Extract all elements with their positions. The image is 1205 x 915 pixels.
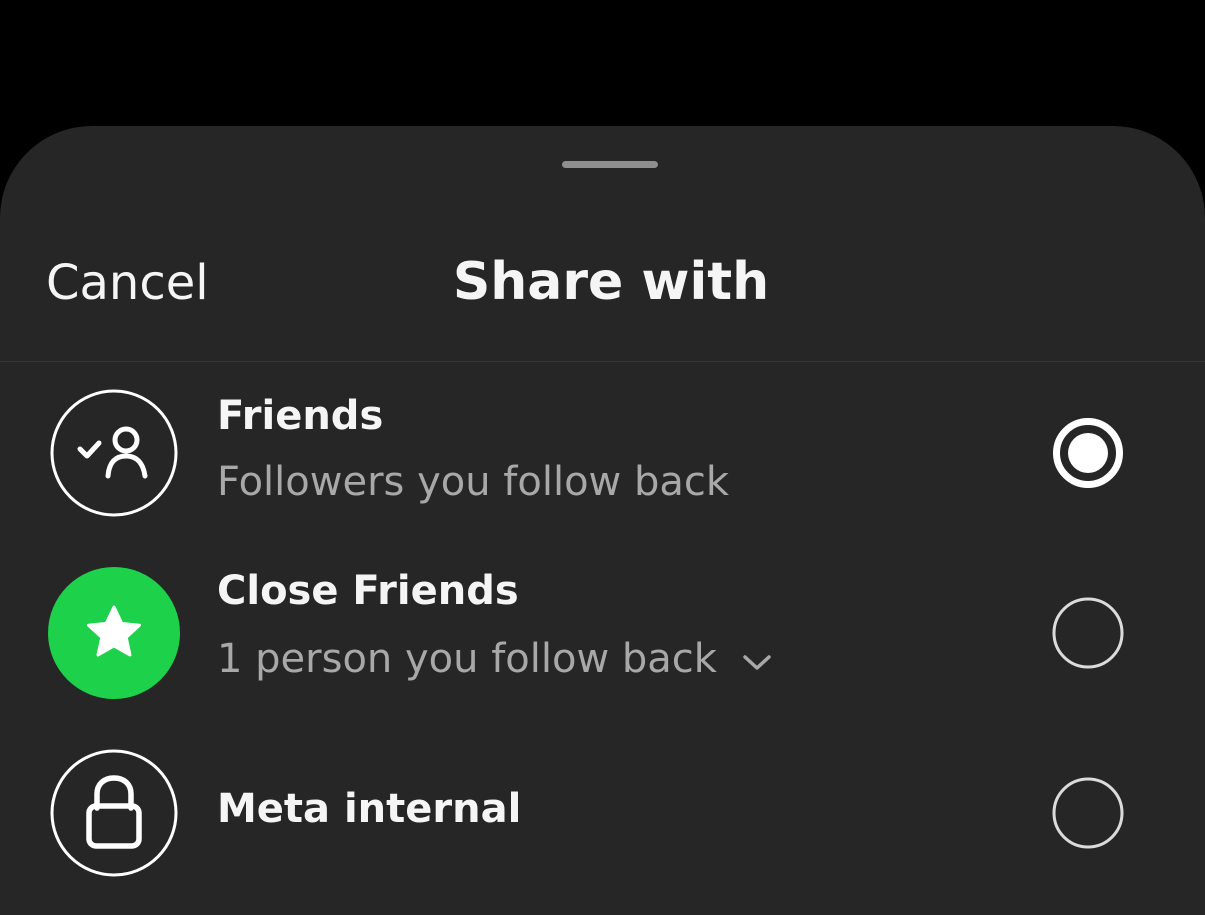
option-title: Friends [217,393,384,439]
option-friends[interactable]: Friends Followers you follow back [0,388,1205,518]
radio-meta-internal[interactable] [1052,777,1124,849]
option-meta-internal[interactable]: Meta internal [0,748,1205,878]
option-subtitle-row[interactable]: 1 person you follow back [217,631,772,687]
lock-icon [49,748,179,878]
option-close-friends[interactable]: Close Friends 1 person you follow back [0,567,1205,699]
header-divider [0,361,1205,362]
star-icon [48,567,180,699]
radio-friends-selected[interactable] [1052,417,1124,489]
chevron-down-icon[interactable] [742,631,772,687]
sheet-title: Share with [452,252,770,312]
person-check-icon [49,388,179,518]
drag-handle[interactable] [562,161,658,168]
share-with-sheet: Cancel Share with Friends Followers you … [0,126,1205,915]
option-title: Close Friends [217,568,519,614]
option-subtitle: 1 person you follow back [217,636,717,682]
option-title: Meta internal [217,786,522,832]
radio-close-friends[interactable] [1052,597,1124,669]
option-subtitle: Followers you follow back [217,459,730,505]
